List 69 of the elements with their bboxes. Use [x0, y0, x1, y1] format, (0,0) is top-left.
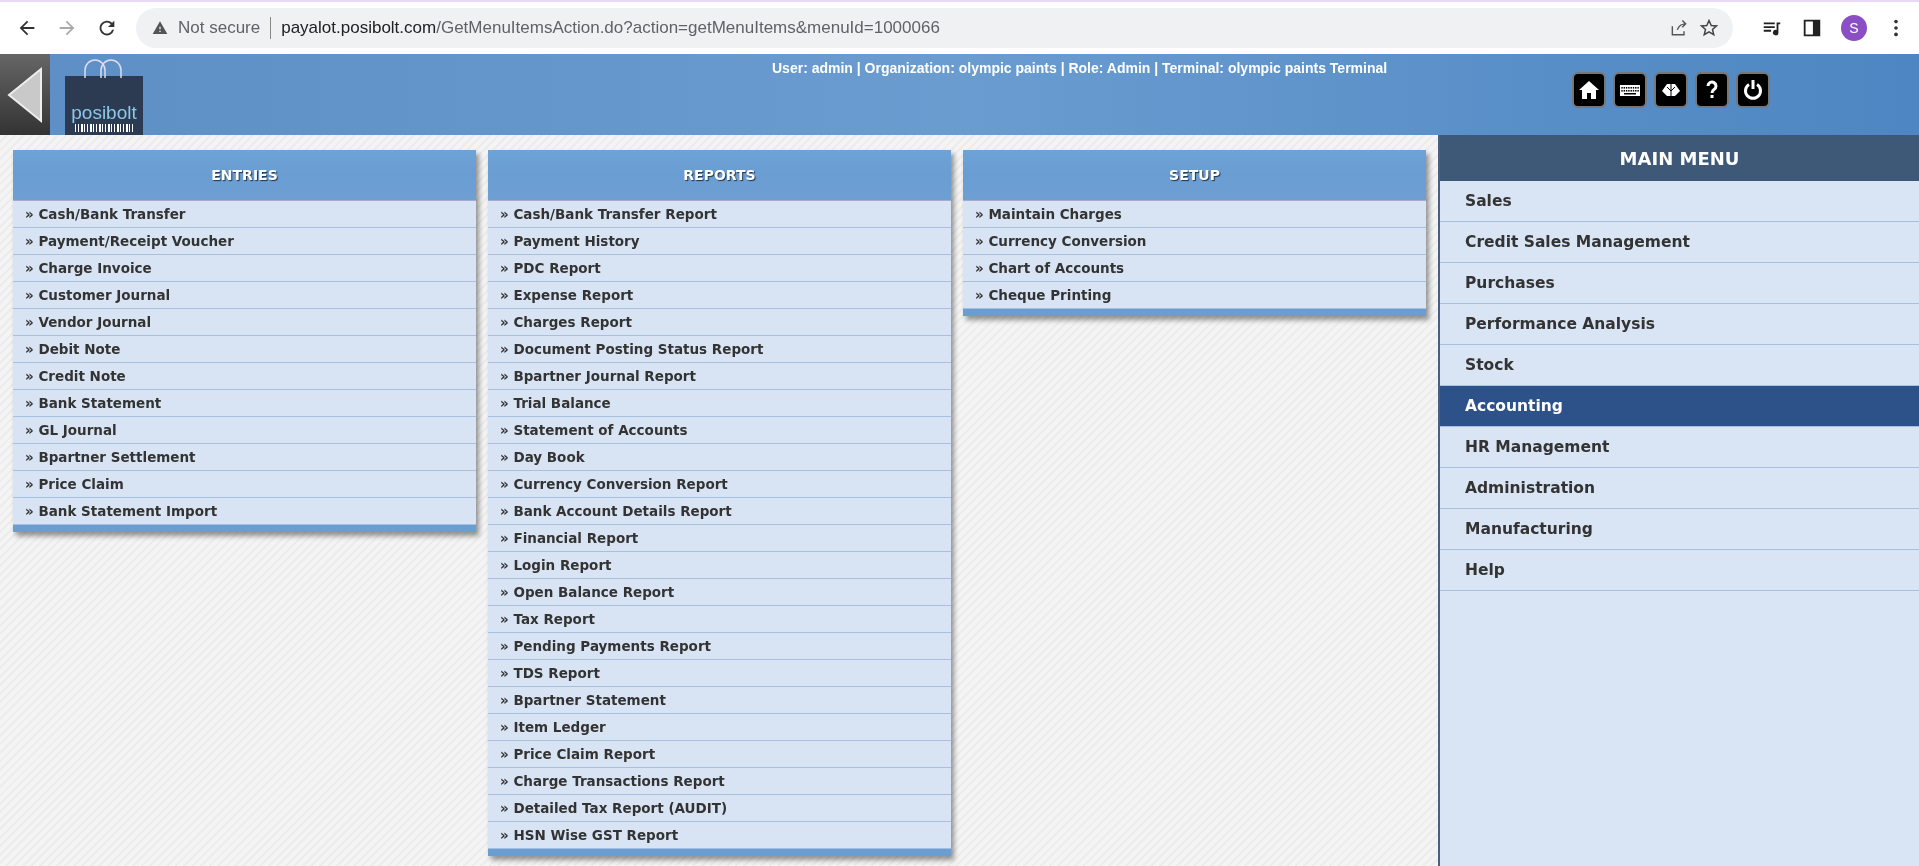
menu-link[interactable]: » Payment History — [488, 228, 951, 255]
menu-link[interactable]: » Charge Invoice — [13, 255, 476, 282]
menu-link[interactable]: » Login Report — [488, 552, 951, 579]
main-menu-item[interactable]: Help — [1440, 550, 1919, 591]
menu-link[interactable]: » Item Ledger — [488, 714, 951, 741]
menu-link[interactable]: » Charges Report — [488, 309, 951, 336]
menu-link[interactable]: » Bank Account Details Report — [488, 498, 951, 525]
menu-link[interactable]: » Price Claim — [13, 471, 476, 498]
main-menu-item[interactable]: HR Management — [1440, 427, 1919, 468]
warning-icon — [152, 20, 168, 36]
menu-link[interactable]: » Document Posting Status Report — [488, 336, 951, 363]
menu-link[interactable]: » Cash/Bank Transfer Report — [488, 201, 951, 228]
url-text: payalot.posibolt.com/GetMenuItemsAction.do?action=getMenuItems&menuId=1000066 — [281, 18, 940, 38]
menu-link[interactable]: » Chart of Accounts — [963, 255, 1426, 282]
menu-link[interactable]: » Detailed Tax Report (AUDIT) — [488, 795, 951, 822]
main-menu-title: MAIN MENU — [1440, 135, 1919, 181]
main-menu-item[interactable]: Manufacturing — [1440, 509, 1919, 550]
home-button[interactable] — [1572, 72, 1606, 108]
menu-link[interactable]: » TDS Report — [488, 660, 951, 687]
menu-link[interactable]: » Bpartner Journal Report — [488, 363, 951, 390]
menu-link[interactable]: » Vendor Journal — [13, 309, 476, 336]
menu-link[interactable]: » Bpartner Statement — [488, 687, 951, 714]
power-icon — [1741, 78, 1765, 102]
main-menu-item[interactable]: Accounting — [1440, 386, 1919, 427]
panel-title: SETUP — [963, 150, 1426, 201]
menu-link[interactable]: » Debit Note — [13, 336, 476, 363]
menu-link[interactable]: » Price Claim Report — [488, 741, 951, 768]
security-label: Not secure — [178, 18, 261, 38]
menu-link[interactable]: » Trial Balance — [488, 390, 951, 417]
address-bar[interactable]: Not secure payalot.posibolt.com/GetMenuItemsAction.do?action=getMenuItems&menuId=1000066 — [136, 8, 1733, 48]
star-icon[interactable] — [1699, 18, 1719, 38]
logo-text: posibolt — [71, 102, 137, 124]
menu-link[interactable]: » Credit Note — [13, 363, 476, 390]
sidebar-icon[interactable] — [1801, 17, 1823, 39]
menu-link[interactable]: » Cash/Bank Transfer — [13, 201, 476, 228]
home-icon — [1577, 78, 1601, 102]
main-menu-item[interactable]: Sales — [1440, 181, 1919, 222]
menu-link[interactable]: » Statement of Accounts — [488, 417, 951, 444]
menu-link[interactable]: » Customer Journal — [13, 282, 476, 309]
menu-link[interactable]: » Tax Report — [488, 606, 951, 633]
help-button[interactable] — [1695, 72, 1729, 108]
panel-title: ENTRIES — [13, 150, 476, 201]
keyboard-button[interactable] — [1613, 72, 1647, 108]
main-menu-item[interactable]: Administration — [1440, 468, 1919, 509]
menu-link[interactable]: » Financial Report — [488, 525, 951, 552]
menu-link[interactable]: » Currency Conversion — [963, 228, 1426, 255]
triangle-left-icon — [5, 64, 45, 125]
main-menu-item[interactable]: Performance Analysis — [1440, 304, 1919, 345]
menu-link[interactable]: » Bank Statement — [13, 390, 476, 417]
menu-link[interactable]: » PDC Report — [488, 255, 951, 282]
shape-button[interactable] — [1654, 72, 1688, 108]
logout-button[interactable] — [1736, 72, 1770, 108]
profile-avatar[interactable]: S — [1841, 15, 1867, 41]
main-menu-item[interactable]: Purchases — [1440, 263, 1919, 304]
menu-link[interactable]: » Expense Report — [488, 282, 951, 309]
panel-title: REPORTS — [488, 150, 951, 201]
menu-link[interactable]: » GL Journal — [13, 417, 476, 444]
menu-link[interactable]: » Day Book — [488, 444, 951, 471]
menu-link[interactable]: » Payment/Receipt Voucher — [13, 228, 476, 255]
menu-link[interactable]: » Maintain Charges — [963, 201, 1426, 228]
menu-link[interactable]: » Pending Payments Report — [488, 633, 951, 660]
menu-link[interactable]: » Currency Conversion Report — [488, 471, 951, 498]
menu-link[interactable]: » Open Balance Report — [488, 579, 951, 606]
share-icon[interactable] — [1669, 18, 1689, 38]
menu-link[interactable]: » Bpartner Settlement — [13, 444, 476, 471]
back-button[interactable] — [0, 54, 50, 135]
main-menu-item[interactable]: Credit Sales Management — [1440, 222, 1919, 263]
menu-link[interactable]: » Charge Transactions Report — [488, 768, 951, 795]
user-info: User: admin | Organization: olympic paints | Role: Admin | Terminal: olympic paints Terminal — [772, 60, 1388, 76]
